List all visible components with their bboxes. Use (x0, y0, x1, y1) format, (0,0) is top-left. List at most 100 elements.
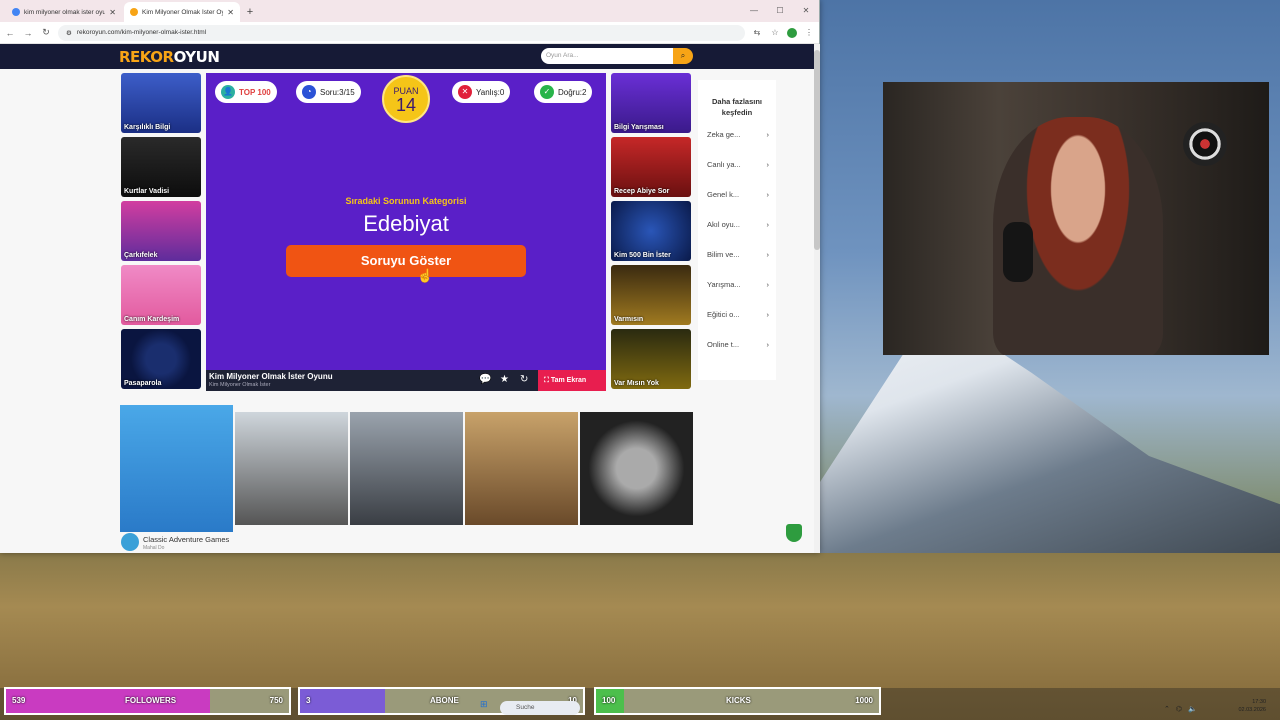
game-card[interactable]: Kim 500 Bin İster (611, 201, 691, 261)
chevron-right-icon: › (766, 190, 770, 199)
clock-icon: ◔ (302, 85, 316, 99)
discover-item[interactable]: Yarışma... › (707, 280, 769, 289)
site-content: REKOROYUN Oyun Ara... ⌕ Karşılıklı Bilgi… (0, 44, 814, 553)
reload-game-icon[interactable]: ↻ (520, 374, 528, 385)
game-canvas[interactable]: 👤 TOP 100 ◔ Soru:3/15 PUAN 14 ✕ Yanlış:0… (206, 73, 606, 391)
discover-item[interactable]: Canlı ya... › (707, 160, 769, 169)
game-card[interactable]: Canım Kardeşim (121, 265, 201, 325)
windows-start-icon[interactable]: ⊞ (480, 699, 488, 710)
volume-icon[interactable]: 🔈 (1188, 705, 1197, 713)
ad-logo (121, 533, 139, 551)
discover-item[interactable]: Bilim ve... › (707, 250, 769, 259)
minimize-icon[interactable]: — (741, 0, 767, 22)
discover-item[interactable]: Zeka ge... › (707, 130, 769, 139)
logo-accent: OYUN (173, 47, 220, 66)
game-card-label: Varmısın (614, 316, 644, 323)
ad-image[interactable] (465, 412, 578, 525)
webcam-overlay (883, 82, 1269, 355)
close-tab-icon[interactable]: ✕ (109, 8, 116, 17)
discover-item-label: Genel k... (707, 190, 740, 199)
discover-item[interactable]: Genel k... › (707, 190, 769, 199)
game-card-label: Canım Kardeşim (124, 316, 180, 323)
fullscreen-button[interactable]: ⛶ Tam Ekran (538, 370, 606, 391)
clock-time: 17:30 (1252, 699, 1266, 705)
abone-progress (300, 689, 385, 713)
bookmark-star-icon[interactable]: ☆ (769, 28, 781, 37)
new-tab-button[interactable]: + (242, 2, 258, 22)
chevron-right-icon: › (766, 220, 770, 229)
abone-current: 3 (306, 696, 311, 705)
ad-image[interactable] (350, 412, 463, 525)
menu-icon[interactable]: ⋮ (803, 28, 815, 37)
url-field[interactable]: ⚙ rekoroyun.com/kim-milyoner-olmak-ister… (58, 24, 745, 41)
game-title: Kim Milyoner Olmak İster Oyunu (209, 372, 333, 381)
url-text: rekoroyun.com/kim-milyoner-olmak-ister.h… (76, 29, 207, 36)
game-card[interactable]: Çarkıfelek (121, 201, 201, 261)
search-button[interactable]: ⌕ (673, 48, 693, 64)
game-card-label: Kim 500 Bin İster (614, 252, 671, 259)
ad-image[interactable] (120, 405, 233, 532)
favorite-star-icon[interactable]: ★ (500, 374, 509, 385)
reload-icon[interactable]: ↻ (40, 27, 52, 38)
game-card[interactable]: Karşılıklı Bilgi (121, 73, 201, 133)
taskbar-clock[interactable]: 17:30 02.03.2026 (1238, 698, 1266, 714)
shield-icon[interactable] (786, 524, 802, 542)
ad-subcaption: Mahal Do (143, 545, 165, 551)
discover-item[interactable]: Online t... › (707, 340, 769, 349)
followers-progress (6, 689, 210, 713)
category-caption: Sıradaki Sorunun Kategorisi (345, 196, 467, 206)
chevron-up-icon[interactable]: ⌃ (1164, 705, 1170, 713)
discover-item-label: Zeka ge... (707, 130, 741, 139)
ad-image[interactable] (580, 412, 693, 525)
discover-item-label: Akıl oyu... (707, 220, 740, 229)
tab-game[interactable]: Kim Milyoner Olmak İster Oyun ✕ (124, 2, 240, 22)
google-icon (12, 8, 20, 16)
taskbar-search[interactable]: Suche (500, 701, 580, 715)
top100-button[interactable]: 👤 TOP 100 (215, 81, 277, 103)
discover-panel: Daha fazlasını keşfedin Zeka ge... › Canl… (698, 80, 776, 380)
site-logo[interactable]: REKOROYUN (119, 47, 220, 66)
followers-goal-bar: 539 FOLLOWERS 750 (4, 687, 291, 715)
forward-icon[interactable]: → (22, 28, 34, 38)
comment-icon[interactable]: 💬 (479, 374, 491, 385)
tab-search[interactable]: kim milyoner olmak ister oyunu ✕ (6, 2, 122, 22)
discover-item[interactable]: Eğitici o... › (707, 310, 769, 319)
ad-image[interactable] (235, 412, 348, 525)
profile-avatar[interactable] (787, 27, 797, 38)
game-card[interactable]: Pasaparola (121, 329, 201, 389)
chevron-right-icon: › (766, 310, 770, 319)
chevron-right-icon: › (766, 250, 770, 259)
wrong-label: Yanlış:0 (476, 87, 505, 97)
network-icon[interactable]: ⌬ (1176, 705, 1182, 713)
ad-banner[interactable] (120, 405, 693, 532)
back-icon[interactable]: ← (4, 28, 16, 38)
discover-item[interactable]: Akıl oyu... › (707, 220, 769, 229)
game-card[interactable]: Bilgi Yarışması (611, 73, 691, 133)
close-tab-icon[interactable]: ✕ (227, 8, 234, 17)
show-question-button[interactable]: Soruyu Göster (286, 245, 526, 277)
game-card[interactable]: Var Mısın Yok (611, 329, 691, 389)
dartboard-image (1183, 122, 1227, 166)
tab-title: kim milyoner olmak ister oyunu (24, 8, 106, 16)
maximize-icon[interactable]: ☐ (767, 0, 793, 22)
page-scrollbar[interactable] (814, 44, 820, 553)
clock-date: 02.03.2026 (1238, 707, 1266, 713)
game-card[interactable]: Kurtlar Vadisi (121, 137, 201, 197)
ad-caption[interactable]: Classic Adventure Games (143, 535, 229, 544)
user-icon: 👤 (221, 85, 235, 99)
game-card[interactable]: Varmısın (611, 265, 691, 325)
wrong-counter: ✕ Yanlış:0 (452, 81, 511, 103)
scrollbar-thumb[interactable] (814, 50, 820, 250)
window-controls: — ☐ ✕ (741, 0, 819, 22)
category-value: Edebiyat (363, 211, 449, 236)
search-input[interactable]: Oyun Ara... (541, 48, 673, 64)
cross-icon: ✕ (458, 85, 472, 99)
close-window-icon[interactable]: ✕ (793, 0, 819, 22)
question-label: Soru:3/15 (320, 87, 355, 97)
discover-item-label: Bilim ve... (707, 250, 740, 259)
game-card-label: Var Mısın Yok (614, 380, 659, 387)
game-card[interactable]: Recep Abiye Sor (611, 137, 691, 197)
game-card-label: Bilgi Yarışması (614, 124, 664, 131)
translate-icon[interactable]: ⇆ (751, 28, 763, 37)
site-info-icon[interactable]: ⚙ (66, 29, 72, 37)
